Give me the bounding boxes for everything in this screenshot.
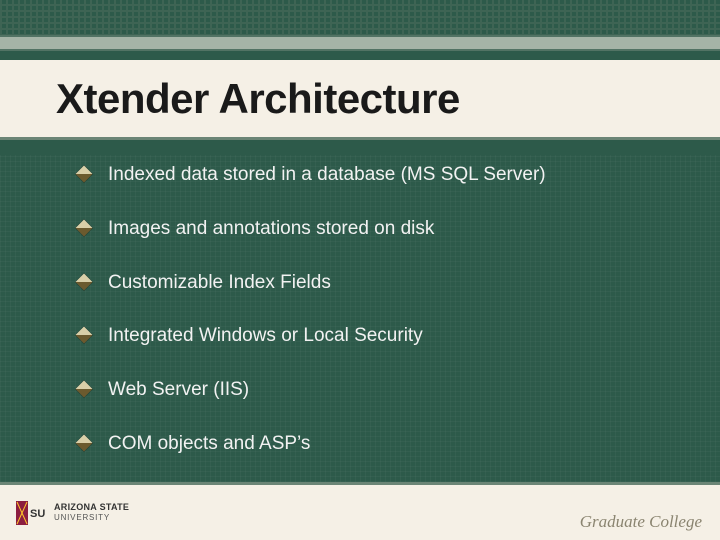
footer-right-text: Graduate College — [580, 512, 706, 532]
footer: SU ARIZONA STATE UNIVERSITY Graduate Col… — [0, 482, 720, 540]
diamond-bullet-icon — [76, 434, 93, 451]
slide-body: Indexed data stored in a database (MS SQ… — [0, 155, 720, 482]
bullet-text: Web Server (IIS) — [108, 378, 249, 402]
diamond-bullet-icon — [76, 219, 93, 236]
asu-logo-icon: SU — [14, 499, 46, 527]
logo-line2: UNIVERSITY — [54, 513, 110, 522]
bullet-text: Integrated Windows or Local Security — [108, 324, 423, 348]
diamond-bullet-icon — [76, 273, 93, 290]
asu-logo-text: ARIZONA STATE UNIVERSITY — [54, 503, 129, 522]
bullet-text: Indexed data stored in a database (MS SQ… — [108, 163, 546, 187]
list-item: Customizable Index Fields — [78, 271, 660, 295]
list-item: Integrated Windows or Local Security — [78, 324, 660, 348]
svg-text:SU: SU — [30, 508, 45, 520]
list-item: Indexed data stored in a database (MS SQ… — [78, 163, 660, 187]
slide-title: Xtender Architecture — [56, 75, 460, 123]
bullet-text: COM objects and ASP’s — [108, 432, 310, 456]
diamond-bullet-icon — [76, 166, 93, 183]
title-band: Xtender Architecture — [0, 60, 720, 140]
header-pattern — [0, 0, 720, 60]
asu-logo: SU ARIZONA STATE UNIVERSITY — [14, 499, 129, 527]
bullet-text: Customizable Index Fields — [108, 271, 331, 295]
diamond-bullet-icon — [76, 381, 93, 398]
logo-line1: ARIZONA STATE — [54, 502, 129, 512]
list-item: Web Server (IIS) — [78, 378, 660, 402]
list-item: Images and annotations stored on disk — [78, 217, 660, 241]
bullet-text: Images and annotations stored on disk — [108, 217, 434, 241]
diamond-bullet-icon — [76, 327, 93, 344]
list-item: COM objects and ASP’s — [78, 432, 660, 456]
